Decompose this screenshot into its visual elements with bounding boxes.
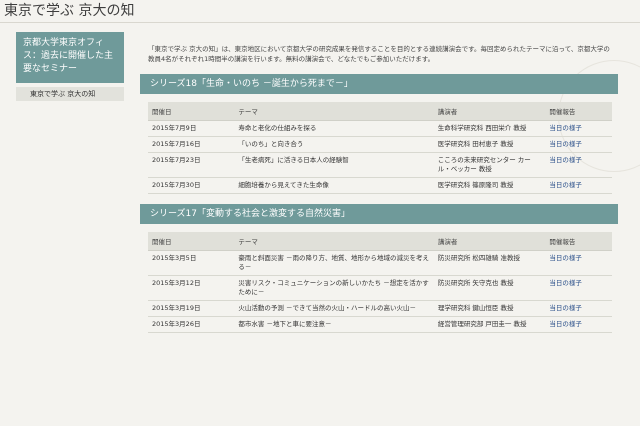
table-header-row: 開催日 テーマ 講演者 開催報告: [148, 232, 612, 251]
col-report: 開催報告: [545, 232, 612, 251]
row-lecturer: 生命科学研究科 西田栄介 教授: [433, 120, 546, 137]
col-report: 開催報告: [545, 102, 612, 121]
row-lecturer: 防災研究所 松四雄騎 准教授: [433, 250, 546, 276]
col-lecturer: 講演者: [433, 232, 546, 251]
table-row: 2015年3月12日 災害リスク・コミュニケーションの新しいかたち －想定を活か…: [148, 275, 612, 301]
row-date: 2015年3月12日: [148, 275, 235, 301]
row-theme: 火山活動の予測 －できて当然の火山・ハードルの高い火山－: [234, 300, 434, 317]
row-theme: 「生老病死」に活きる日本人の経験智: [234, 152, 434, 178]
table-header-row: 開催日 テーマ 講演者 開催報告: [148, 102, 612, 121]
page-title: 東京で学ぶ 京大の知: [4, 3, 135, 19]
row-theme: 都市水害 －地下と車に要注意－: [234, 316, 434, 333]
series-17-table: 開催日 テーマ 講演者 開催報告 2015年3月5日 豪雨と斜面災害 －雨の降り…: [148, 232, 612, 333]
report-link[interactable]: 当日の様子: [545, 316, 612, 333]
row-date: 2015年3月5日: [148, 250, 235, 276]
sidebar: 京都大学東京オフィス：過去に開催した主要なセミナー 東京で学ぶ 京大の知: [16, 32, 124, 101]
row-date: 2015年3月19日: [148, 300, 235, 317]
table-row: 2015年3月5日 豪雨と斜面災害 －雨の降り方、地質、地形から地域の減災を考え…: [148, 250, 612, 276]
row-lecturer: 医学研究科 田村恵子 教授: [433, 136, 546, 153]
col-theme: テーマ: [234, 102, 434, 121]
row-theme: 細胞培養から見えてきた生命像: [234, 177, 434, 194]
report-link[interactable]: 当日の様子: [545, 152, 612, 178]
series-18-heading: シリーズ18「生命・いのち －誕生から死まで－」: [140, 74, 618, 94]
main-content: 「東京で学ぶ 京大の知」は、東京地区において京都大学の研究成果を発信することを目…: [140, 36, 618, 333]
table-row: 2015年3月19日 火山活動の予測 －できて当然の火山・ハードルの高い火山－ …: [148, 300, 612, 317]
row-date: 2015年7月23日: [148, 152, 235, 178]
row-lecturer: 防災研究所 矢守克也 教授: [433, 275, 546, 301]
table-row: 2015年7月30日 細胞培養から見えてきた生命像 医学研究科 篠原隆司 教授 …: [148, 177, 612, 194]
row-date: 2015年7月30日: [148, 177, 235, 194]
series-18-table: 開催日 テーマ 講演者 開催報告 2015年7月9日 寿命と老化の仕組みを探る …: [148, 102, 612, 194]
col-date: 開催日: [148, 232, 235, 251]
report-link[interactable]: 当日の様子: [545, 136, 612, 153]
table-row: 2015年7月23日 「生老病死」に活きる日本人の経験智 こころの未来研究センタ…: [148, 152, 612, 178]
row-lecturer: 理学研究科 鍵山恒臣 教授: [433, 300, 546, 317]
row-lecturer: 経営管理研究部 戸田圭一 教授: [433, 316, 546, 333]
series-17-heading: シリーズ17「変動する社会と激変する自然災害」: [140, 204, 618, 224]
page-header: 東京で学ぶ 京大の知: [0, 0, 640, 23]
sidebar-heading[interactable]: 京都大学東京オフィス：過去に開催した主要なセミナー: [16, 32, 124, 83]
report-link[interactable]: 当日の様子: [545, 300, 612, 317]
row-theme: 寿命と老化の仕組みを探る: [234, 120, 434, 137]
col-lecturer: 講演者: [433, 102, 546, 121]
report-link[interactable]: 当日の様子: [545, 250, 612, 276]
row-lecturer: 医学研究科 篠原隆司 教授: [433, 177, 546, 194]
col-theme: テーマ: [234, 232, 434, 251]
row-date: 2015年7月9日: [148, 120, 235, 137]
col-date: 開催日: [148, 102, 235, 121]
report-link[interactable]: 当日の様子: [545, 120, 612, 137]
row-theme: 豪雨と斜面災害 －雨の降り方、地質、地形から地域の減災を考える－: [234, 250, 434, 276]
row-date: 2015年3月26日: [148, 316, 235, 333]
table-row: 2015年7月16日 「いのち」と向き合う 医学研究科 田村恵子 教授 当日の様…: [148, 136, 612, 153]
sidebar-item-current[interactable]: 東京で学ぶ 京大の知: [16, 87, 124, 101]
row-theme: 「いのち」と向き合う: [234, 136, 434, 153]
report-link[interactable]: 当日の様子: [545, 275, 612, 301]
row-lecturer: こころの未来研究センター カール・ベッカー 教授: [433, 152, 546, 178]
table-row: 2015年3月26日 都市水害 －地下と車に要注意－ 経営管理研究部 戸田圭一 …: [148, 316, 612, 333]
table-row: 2015年7月9日 寿命と老化の仕組みを探る 生命科学研究科 西田栄介 教授 当…: [148, 120, 612, 137]
intro-text: 「東京で学ぶ 京大の知」は、東京地区において京都大学の研究成果を発信することを目…: [148, 45, 610, 63]
row-theme: 災害リスク・コミュニケーションの新しいかたち －想定を活かすために－: [234, 275, 434, 301]
report-link[interactable]: 当日の様子: [545, 177, 612, 194]
row-date: 2015年7月16日: [148, 136, 235, 153]
